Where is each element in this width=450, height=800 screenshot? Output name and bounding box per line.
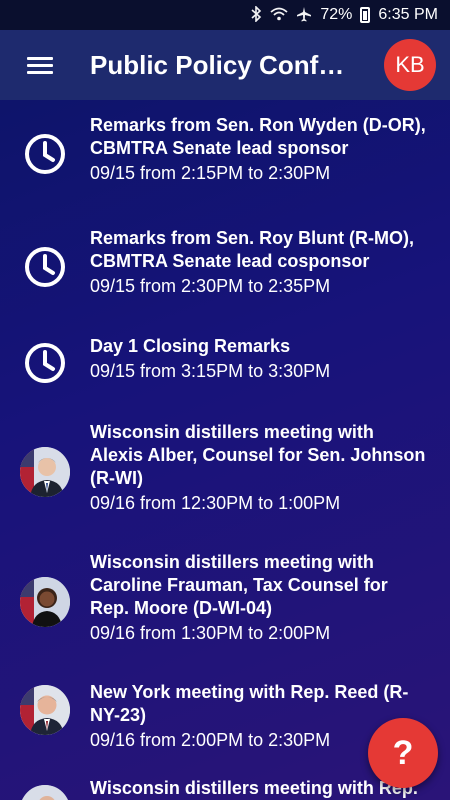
clock-icon [23, 341, 67, 390]
list-item[interactable]: Remarks from Sen. Ron Wyden (D-OR), CBMT… [0, 100, 450, 213]
item-title: Wisconsin distillers meeting with Caroli… [90, 552, 388, 618]
hamburger-menu-icon [27, 53, 53, 78]
bluetooth-icon [250, 4, 262, 25]
airplane-icon [296, 6, 312, 25]
item-title: Wisconsin distillers meeting with Alexis… [90, 422, 426, 488]
person-photo [20, 685, 70, 735]
person-photo [20, 785, 70, 800]
page-title: Public Policy Confer… [90, 49, 352, 80]
wifi-icon [270, 7, 288, 24]
battery-percent: 72% [320, 6, 353, 23]
list-item[interactable]: Day 1 Closing Remarks 09/15 from 3:15PM … [0, 321, 450, 407]
battery-icon [360, 7, 371, 23]
item-time: 09/16 from 12:30PM to 1:00PM [90, 493, 341, 513]
item-title: New York meeting with Rep. Reed (R-NY-23… [90, 682, 409, 725]
person-photo [20, 577, 70, 627]
item-time: 09/15 from 2:15PM to 2:30PM [90, 163, 331, 183]
item-title: Day 1 Closing Remarks [90, 336, 291, 356]
menu-button[interactable] [0, 30, 80, 100]
status-time: 6:35 PM [378, 6, 438, 23]
list-item[interactable]: Wisconsin distillers meeting with Caroli… [0, 537, 450, 667]
person-photo [20, 447, 70, 497]
item-time: 09/15 from 2:30PM to 2:35PM [90, 276, 331, 296]
list-item[interactable]: Remarks from Sen. Roy Blunt (R-MO), CBMT… [0, 213, 450, 321]
help-icon: ? [392, 733, 414, 772]
list-item[interactable]: Wisconsin distillers meeting with Alexis… [0, 407, 450, 537]
app-bar: Public Policy Confer… KB [0, 30, 450, 100]
schedule-list: Remarks from Sen. Ron Wyden (D-OR), CBMT… [0, 100, 450, 800]
item-time: 09/16 from 1:30PM to 2:00PM [90, 623, 331, 643]
clock-icon [23, 132, 67, 181]
item-title: Remarks from Sen. Ron Wyden (D-OR), CBMT… [90, 115, 426, 158]
item-title: Remarks from Sen. Roy Blunt (R-MO), CBMT… [90, 228, 415, 271]
clock-icon [23, 245, 67, 294]
item-title: Wisconsin distillers meeting with Rep. [90, 778, 418, 798]
item-time: 09/15 from 3:15PM to 3:30PM [90, 361, 331, 381]
status-bar: 72% 6:35 PM [0, 0, 450, 30]
help-button[interactable]: ? [368, 718, 438, 788]
user-avatar[interactable]: KB [384, 39, 436, 91]
